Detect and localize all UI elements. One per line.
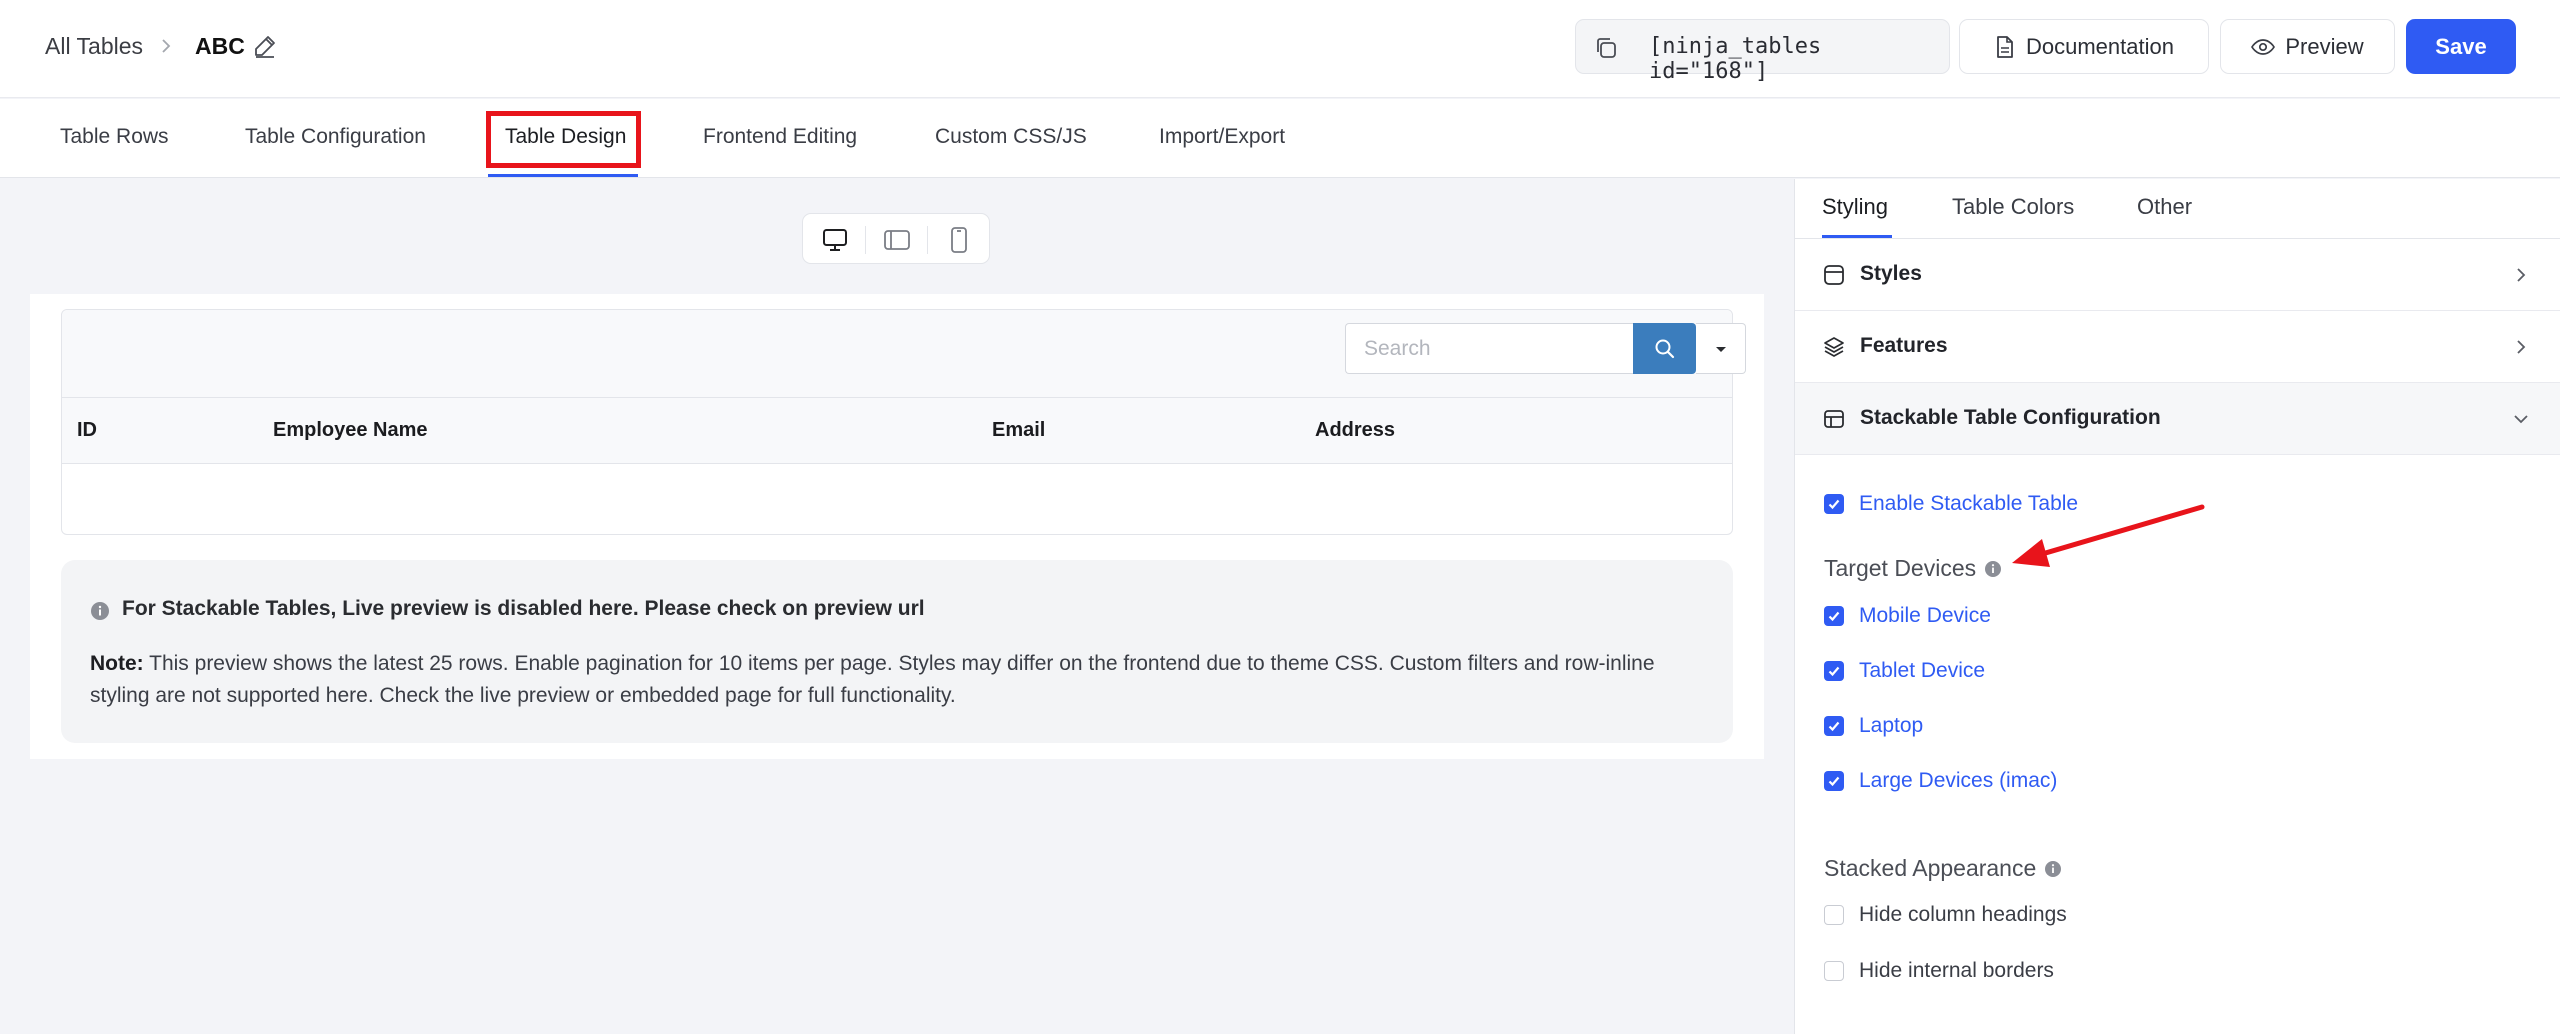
note-text: This preview shows the latest 25 rows. E…	[90, 652, 1655, 707]
checkbox-checked[interactable]	[1824, 494, 1844, 514]
divider	[927, 226, 928, 254]
main-tabs: Table Rows Table Configuration Table Des…	[0, 99, 2560, 178]
enable-stackable-checkbox[interactable]: Enable Stackable Table	[1824, 492, 2078, 516]
tablet-icon[interactable]	[883, 226, 911, 254]
checkbox-checked[interactable]	[1824, 606, 1844, 626]
search-button[interactable]	[1633, 323, 1696, 374]
table-toolbar	[62, 310, 1746, 398]
documentation-button[interactable]: Documentation	[1959, 19, 2209, 74]
column-header[interactable]: Employee Name	[273, 419, 428, 442]
tab-import-export[interactable]: Import/Export	[1159, 125, 1285, 149]
highlight-box	[486, 111, 641, 168]
checkbox-checked[interactable]	[1824, 661, 1844, 681]
preview-label: Preview	[2285, 33, 2364, 59]
hide-internal-borders-checkbox[interactable]: Hide internal borders	[1824, 959, 2054, 983]
sidebar-tab-styling[interactable]: Styling	[1822, 194, 1888, 220]
device-laptop-checkbox[interactable]: Laptop	[1824, 714, 1923, 738]
accordion-styles[interactable]: Styles	[1795, 239, 2560, 311]
preview-button[interactable]: Preview	[2220, 19, 2395, 74]
active-tab-indicator	[488, 174, 638, 177]
tab-table-configuration[interactable]: Table Configuration	[245, 125, 426, 149]
info-icon[interactable]	[1984, 560, 2002, 578]
notice-note: Note: This preview shows the latest 25 r…	[90, 648, 1710, 712]
table-header-row: ID Employee Name Email Address	[62, 398, 1732, 464]
preview-panel: ID Employee Name Email Address For Stack…	[30, 294, 1764, 759]
enable-stackable-label: Enable Stackable Table	[1859, 492, 2079, 515]
info-icon	[91, 602, 109, 620]
preview-table: ID Employee Name Email Address	[61, 309, 1746, 535]
checkbox-checked[interactable]	[1824, 771, 1844, 791]
device-label: Large Devices (imac)	[1859, 769, 2058, 792]
document-icon	[1997, 35, 2013, 58]
breadcrumb-all-tables[interactable]: All Tables	[45, 33, 143, 60]
chevron-right-icon	[2517, 340, 2526, 354]
sidebar-tabs: Styling Table Colors Other	[1795, 179, 2560, 239]
tab-frontend-editing[interactable]: Frontend Editing	[703, 125, 857, 149]
styles-icon	[1824, 265, 1844, 285]
target-devices-label: Target Devices	[1824, 555, 1977, 581]
shortcode-text: [ninja_tables id="168"]	[1649, 34, 1822, 84]
device-tablet-checkbox[interactable]: Tablet Device	[1824, 659, 1985, 683]
tab-table-rows[interactable]: Table Rows	[60, 125, 169, 149]
sidebar-tab-table-colors[interactable]: Table Colors	[1952, 194, 2074, 220]
design-sidebar: Styling Table Colors Other Styles Featur…	[1794, 179, 2560, 1034]
top-header: All Tables ABC [ninja_tables id="168"] D…	[0, 0, 2560, 98]
column-header[interactable]: Email	[992, 419, 1045, 442]
stacked-appearance-label: Stacked Appearance	[1824, 855, 2037, 881]
checkbox-unchecked[interactable]	[1824, 905, 1844, 925]
preview-notice: For Stackable Tables, Live preview is di…	[61, 560, 1733, 743]
search-icon	[1655, 339, 1674, 358]
notice-headline: For Stackable Tables, Live preview is di…	[122, 597, 925, 620]
save-button[interactable]: Save	[2406, 19, 2516, 74]
accordion-features-label: Features	[1860, 334, 1948, 357]
device-label: Mobile Device	[1859, 604, 1991, 627]
tab-custom-css-js[interactable]: Custom CSS/JS	[935, 125, 1087, 149]
layers-icon	[1824, 337, 1844, 357]
table-name: ABC	[195, 33, 245, 59]
pencil-icon[interactable]	[252, 33, 278, 59]
device-large-checkbox[interactable]: Large Devices (imac)	[1824, 769, 2057, 793]
stacked-appearance-title: Stacked Appearance	[1824, 855, 2062, 882]
chevron-down-icon	[2514, 415, 2528, 424]
accordion-stackable-label: Stackable Table Configuration	[1860, 406, 2161, 429]
shortcode-copy[interactable]: [ninja_tables id="168"]	[1575, 19, 1950, 84]
documentation-label: Documentation	[2026, 33, 2174, 59]
device-label: Laptop	[1859, 714, 1924, 737]
appearance-option-label: Hide internal borders	[1859, 959, 2054, 982]
device-label: Tablet Device	[1859, 659, 1986, 682]
appearance-option-label: Hide column headings	[1859, 903, 2067, 926]
note-label: Note:	[90, 652, 144, 675]
chevron-right-icon	[162, 39, 171, 53]
copy-icon[interactable]	[1593, 35, 1619, 61]
device-switcher	[802, 213, 990, 264]
chevron-right-icon	[2517, 268, 2526, 282]
checkbox-unchecked[interactable]	[1824, 961, 1844, 981]
sidebar-tab-other[interactable]: Other	[2137, 194, 2192, 220]
accordion-features[interactable]: Features	[1795, 311, 2560, 383]
filter-dropdown-button[interactable]	[1696, 323, 1746, 374]
accordion-stackable-config[interactable]: Stackable Table Configuration	[1795, 383, 2560, 455]
caret-down-icon	[1715, 346, 1726, 352]
column-header[interactable]: Address	[1315, 419, 1395, 442]
search-input[interactable]	[1345, 323, 1633, 374]
eye-icon	[2251, 38, 2276, 55]
accordion-styles-label: Styles	[1860, 262, 1922, 285]
target-devices-title: Target Devices	[1824, 555, 2002, 582]
table-icon	[1824, 410, 1844, 428]
mobile-icon[interactable]	[945, 226, 973, 254]
column-header[interactable]: ID	[77, 419, 97, 442]
desktop-icon[interactable]	[821, 226, 849, 254]
active-sidebar-tab-indicator	[1822, 235, 1892, 238]
hide-column-headings-checkbox[interactable]: Hide column headings	[1824, 903, 2067, 927]
info-icon[interactable]	[2044, 860, 2062, 878]
checkbox-checked[interactable]	[1824, 716, 1844, 736]
device-mobile-checkbox[interactable]: Mobile Device	[1824, 604, 1991, 628]
divider	[865, 226, 866, 254]
